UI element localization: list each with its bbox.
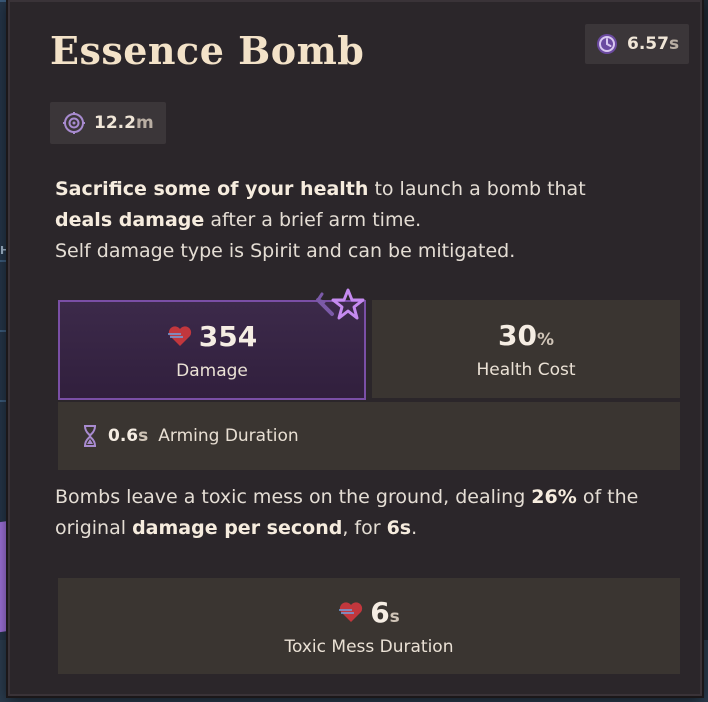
cooldown-chip: 6.57s [585,24,690,64]
toxic-label: Toxic Mess Duration [284,636,454,657]
desc-emphasis: 26% [531,486,577,508]
arming-value: 0.6 [108,426,139,446]
damage-label: Damage [176,360,248,381]
arming-label: Arming Duration [158,426,299,446]
hourglass-icon [84,425,96,447]
clock-icon [597,34,617,54]
star-upgrade-icon [316,288,365,320]
toxic-mess-stat: 6s Toxic Mess Duration [58,578,680,674]
desc-text: Self damage type is Spirit and can be mi… [55,240,516,262]
desc-text: after a brief arm time. [204,209,422,231]
desc-emphasis: deals damage [55,209,205,231]
cooldown-value: 6.57 [627,34,669,54]
heart-icon [167,326,191,346]
ability-tooltip: Essence Bomb 6.57s 12.2m Sacrifice some … [8,0,702,696]
toxic-description: Bombs leave a toxic mess on the ground, … [55,482,685,544]
cooldown-unit: s [668,34,680,54]
desc-emphasis: 6s [386,517,412,539]
toxic-unit: s [389,606,400,627]
target-icon [63,112,85,134]
desc-text: to launch a bomb that [368,178,586,200]
desc-emphasis: Sacrifice some of your health [55,178,369,200]
damage-value: 354 [198,319,258,353]
range-value: 12.2 [94,113,136,133]
health-cost-stat: 30% Health Cost [372,300,680,398]
arming-duration-stat: 0.6s Arming Duration [58,402,680,470]
range-unit: m [135,113,154,133]
desc-text: , for [342,517,387,539]
desc-text: Bombs leave a toxic mess on the ground, … [55,486,532,508]
arming-unit: s [138,426,149,446]
health-cost-unit: % [536,329,554,350]
desc-text: . [411,517,418,539]
ability-description: Sacrifice some of your health to launch … [55,174,675,267]
toxic-value: 6 [370,595,390,629]
heart-icon [339,602,363,622]
ability-title: Essence Bomb [50,28,365,73]
health-cost-label: Health Cost [476,359,576,380]
health-cost-value: 30 [497,318,537,352]
desc-emphasis: damage per second [132,517,343,539]
range-chip: 12.2m [50,102,166,144]
